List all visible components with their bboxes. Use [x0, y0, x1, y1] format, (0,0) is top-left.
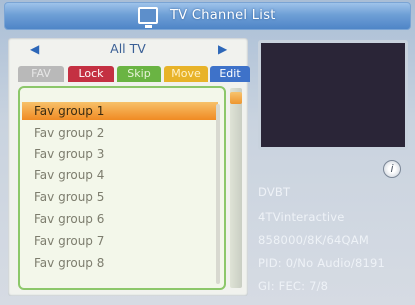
title-bar: TV Channel List	[4, 2, 411, 30]
list-item[interactable]: Fav group 7	[34, 232, 104, 250]
list-item[interactable]: Fav group 3	[34, 145, 104, 163]
video-preview	[258, 40, 408, 150]
info-params: 858000/8K/64QAM	[258, 233, 369, 247]
list-item[interactable]: Fav group 2	[34, 124, 104, 142]
list-item[interactable]: Fav group 6	[34, 210, 104, 228]
scroll-thumb[interactable]	[230, 92, 242, 104]
tab-move[interactable]: Move	[164, 66, 208, 82]
side-scrollbar[interactable]	[230, 88, 242, 288]
tab-fav[interactable]: FAV	[18, 66, 64, 82]
arrow-right-icon[interactable]: ▶	[218, 42, 227, 56]
tab-lock[interactable]: Lock	[68, 66, 114, 82]
channel-panel: ◀ All TV ▶ FAV Lock Skip Move Edit Fav g…	[8, 38, 250, 296]
group-name: All TV	[110, 41, 146, 56]
info-channel: 4TVinteractive	[258, 210, 345, 224]
tv-icon	[138, 7, 158, 28]
info-gi: GI: FEC: 7/8	[258, 279, 329, 293]
tab-edit[interactable]: Edit	[210, 66, 250, 82]
list-item[interactable]: Fav group 5	[34, 188, 104, 206]
list-item-selected[interactable]: Fav group 1	[22, 102, 218, 120]
list-scrollbar[interactable]	[216, 104, 220, 284]
info-icon: i	[383, 160, 401, 178]
group-list: Fav group 1 Fav group 2 Fav group 3 Fav …	[18, 86, 226, 290]
list-item[interactable]: Fav group 8	[34, 254, 104, 272]
list-item[interactable]: Fav group 4	[34, 166, 104, 184]
screen: TV Channel List ◀ All TV ▶ FAV Lock Skip…	[0, 0, 415, 305]
info-pid: PID: 0/No Audio/8191	[258, 256, 386, 270]
group-selector[interactable]: ◀ All TV ▶	[8, 38, 248, 60]
function-tabs: FAV Lock Skip Move Edit	[12, 66, 250, 82]
info-system: DVBT	[258, 185, 291, 199]
tab-skip[interactable]: Skip	[117, 66, 161, 82]
page-title: TV Channel List	[170, 8, 276, 23]
